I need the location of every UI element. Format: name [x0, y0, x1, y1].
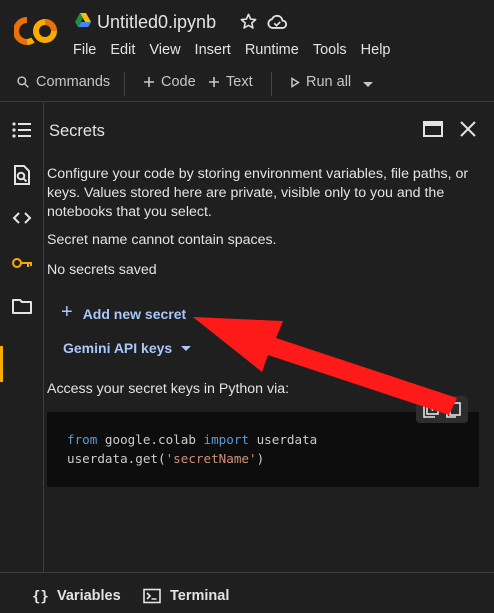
- notebook-title[interactable]: Untitled0.ipynb: [97, 12, 216, 33]
- plus-icon: [208, 76, 220, 88]
- star-icon[interactable]: [239, 12, 258, 31]
- menu-bar: File Edit View Insert Runtime Tools Help: [73, 42, 405, 58]
- add-text-button[interactable]: Text: [208, 74, 253, 90]
- name-rule-text: Secret name cannot contain spaces.: [47, 232, 277, 248]
- bottom-bar: {} Variables Terminal: [0, 572, 494, 613]
- panel-description: Configure your code by storing environme…: [47, 166, 469, 220]
- menu-insert[interactable]: Insert: [195, 42, 231, 58]
- run-all-label: Run all: [306, 74, 352, 90]
- terminal-icon: [143, 588, 161, 604]
- insert-code-icon[interactable]: [422, 401, 440, 419]
- chevron-down-icon: [181, 345, 192, 352]
- access-hint-text: Access your secret keys in Python via:: [47, 381, 290, 397]
- terminal-label: Terminal: [170, 588, 230, 604]
- toolbar-divider: [271, 72, 272, 96]
- terminal-button[interactable]: Terminal: [143, 588, 229, 604]
- gemini-label: Gemini API keys: [63, 340, 173, 356]
- code-actions: [416, 396, 468, 423]
- toolbar: Commands Code Text Run all: [0, 66, 494, 102]
- variables-label: Variables: [57, 588, 121, 604]
- run-options-dropdown[interactable]: [362, 81, 374, 88]
- code-line-2: userdata.get('secretName'): [67, 451, 265, 466]
- google-drive-icon[interactable]: [74, 12, 92, 30]
- menu-runtime[interactable]: Runtime: [245, 42, 299, 58]
- secrets-panel: Secrets Configure your code by storing e…: [44, 102, 494, 572]
- add-code-button[interactable]: Code: [143, 74, 196, 90]
- toolbar-divider: [124, 72, 125, 96]
- gemini-api-keys-dropdown[interactable]: Gemini API keys: [63, 340, 192, 356]
- left-sidebar: [0, 102, 44, 572]
- code-label: Code: [161, 74, 196, 90]
- panel-title: Secrets: [49, 122, 105, 140]
- code-snippet: from google.colab import userdata userda…: [47, 412, 479, 487]
- add-new-secret-button[interactable]: + Add new secret: [61, 301, 187, 324]
- code-line-1: from google.colab import userdata: [67, 432, 318, 447]
- variables-button[interactable]: {} Variables: [32, 588, 121, 604]
- key-icon[interactable]: [11, 252, 33, 274]
- add-secret-label: Add new secret: [82, 305, 187, 322]
- folder-icon[interactable]: [11, 295, 33, 317]
- table-of-contents-icon[interactable]: [11, 119, 33, 141]
- svg-text:{}: {}: [32, 589, 48, 604]
- open-in-tab-icon[interactable]: [422, 118, 444, 140]
- colab-logo-icon[interactable]: [14, 16, 58, 46]
- text-label: Text: [226, 74, 253, 90]
- plus-icon: +: [61, 301, 73, 323]
- commands-button[interactable]: Commands: [16, 74, 110, 90]
- find-icon[interactable]: [11, 164, 33, 186]
- active-indicator: [0, 346, 3, 382]
- app-header: Untitled0.ipynb File Edit View Insert Ru…: [0, 0, 494, 66]
- cloud-saved-icon[interactable]: [266, 12, 288, 31]
- plus-icon: [143, 76, 155, 88]
- menu-help[interactable]: Help: [361, 42, 391, 58]
- menu-edit[interactable]: Edit: [110, 42, 135, 58]
- code-snippets-icon[interactable]: [11, 207, 33, 229]
- menu-view[interactable]: View: [149, 42, 180, 58]
- copy-icon[interactable]: [444, 401, 462, 419]
- close-icon[interactable]: [457, 118, 479, 140]
- chevron-down-icon: [362, 81, 374, 88]
- play-icon: [290, 76, 300, 88]
- variables-icon: {}: [32, 588, 48, 604]
- menu-file[interactable]: File: [73, 42, 96, 58]
- empty-state-text: No secrets saved: [47, 262, 157, 278]
- commands-label: Commands: [36, 74, 111, 90]
- menu-tools[interactable]: Tools: [313, 42, 347, 58]
- run-all-button[interactable]: Run all: [290, 74, 351, 90]
- search-icon: [16, 75, 30, 89]
